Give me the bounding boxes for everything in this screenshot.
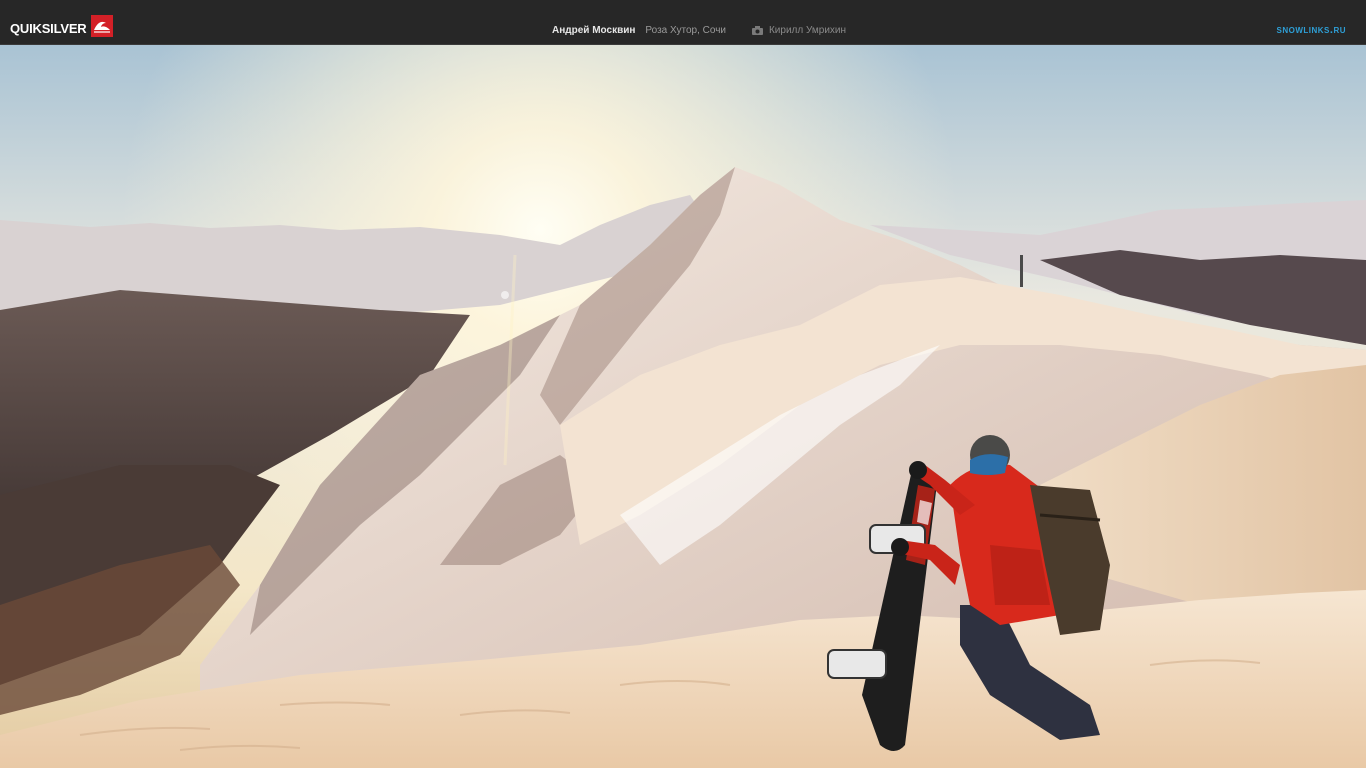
mountain-snowboarder-photo [0, 45, 1366, 768]
photographer-credit: Кирилл Умрихин [751, 25, 847, 36]
brand-name: QUIKSILVER [10, 20, 87, 36]
quiksilver-wave-logo-icon [90, 15, 113, 37]
camera-icon [751, 26, 763, 35]
location-label: Роза Хутор, Сочи [645, 25, 726, 36]
top-bar: QUIKSILVER Андрей Москвин Роза Хутор, Со… [0, 0, 1366, 45]
snowlinks-site-link[interactable]: snowlinks.ru [1277, 24, 1347, 36]
rider-name: Андрей Москвин [552, 25, 636, 36]
brand-logo-link[interactable]: QUIKSILVER [10, 15, 113, 39]
photo-credits: Андрей Москвин Роза Хутор, Сочи Кирилл У… [552, 25, 846, 36]
photographer-name: Кирилл Умрихин [768, 25, 847, 36]
